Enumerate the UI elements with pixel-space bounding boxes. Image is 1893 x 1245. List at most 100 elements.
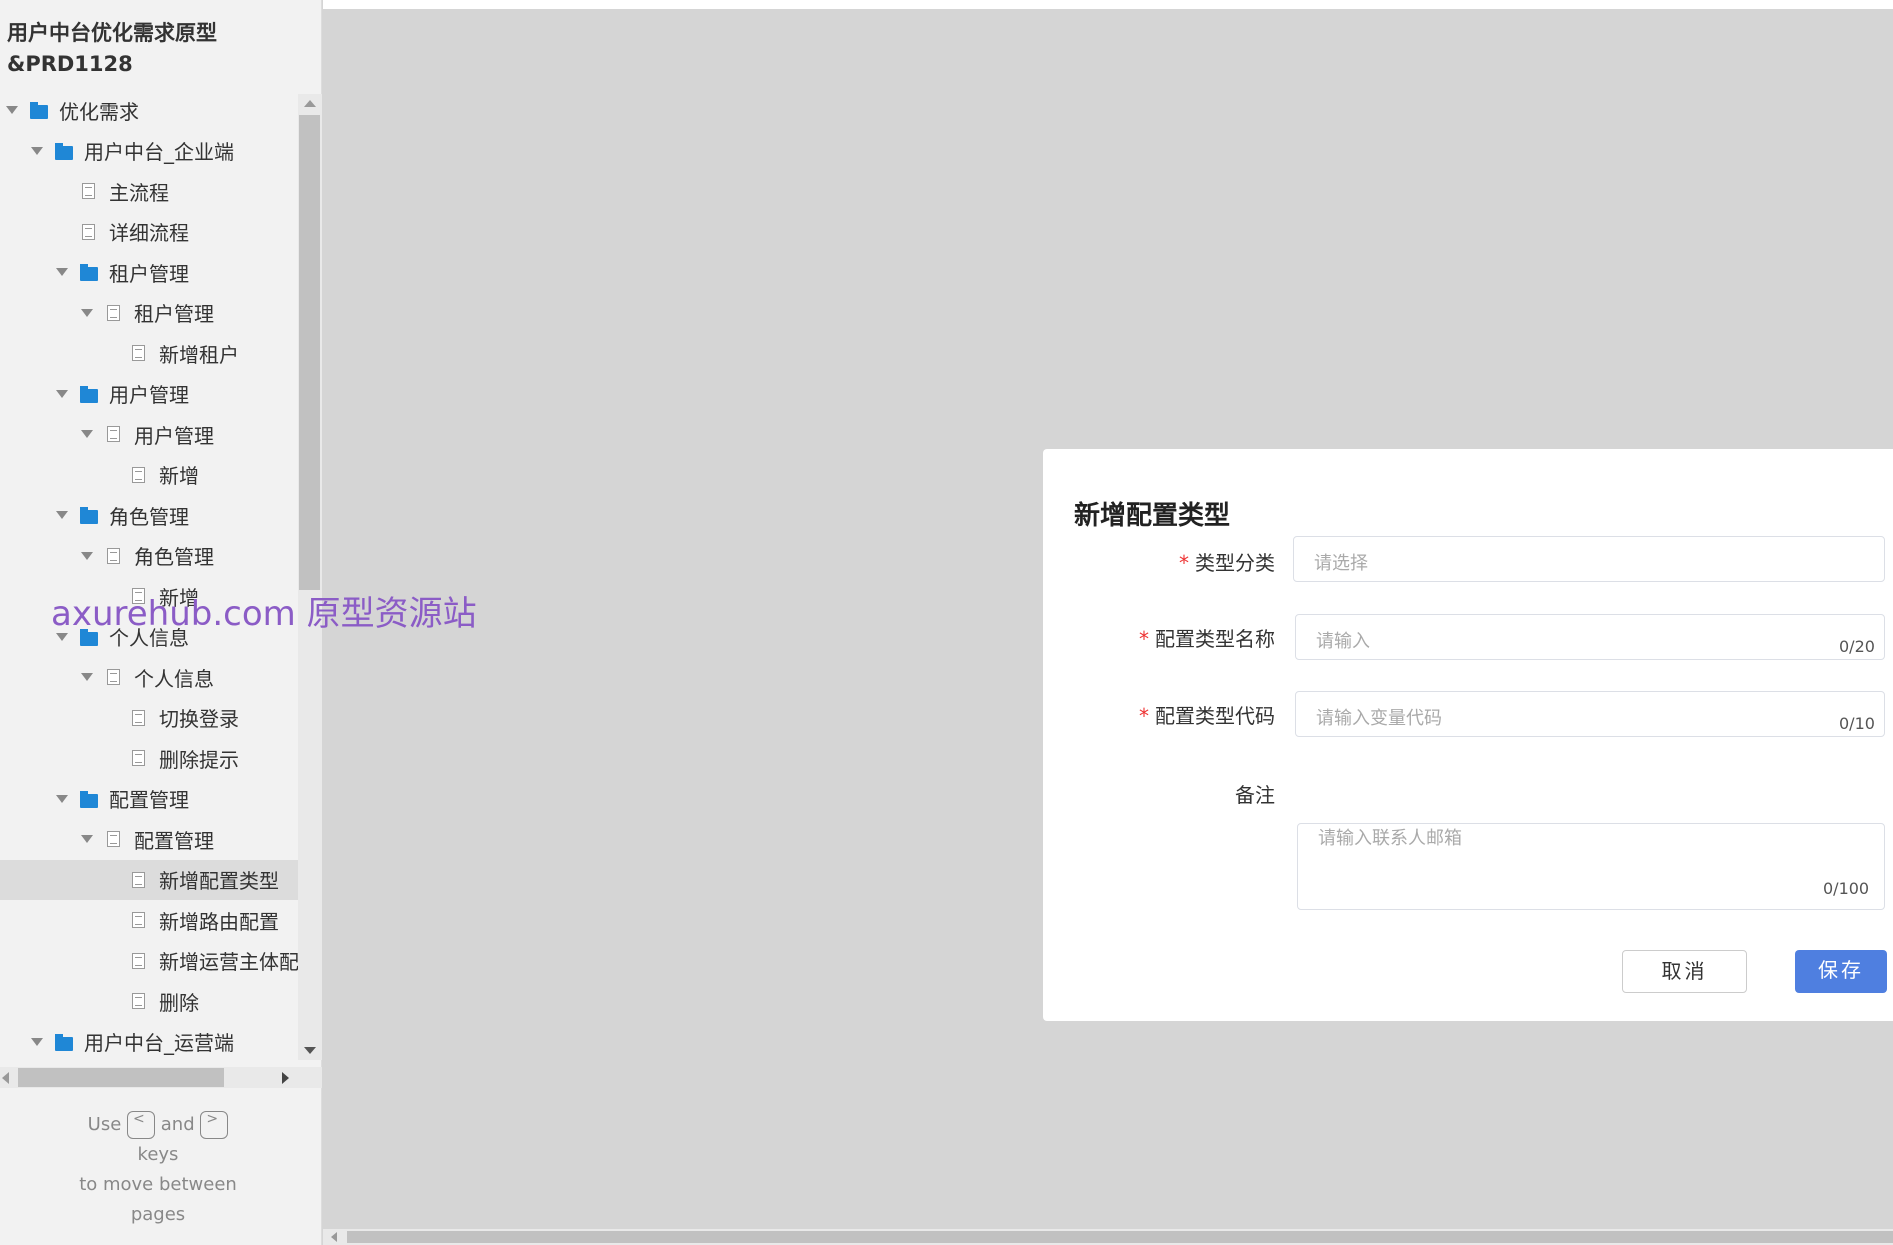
tree-item-label: 切换登录: [159, 707, 239, 731]
scroll-left-arrow-icon[interactable]: [2, 1072, 9, 1084]
vertical-scrollbar[interactable]: [298, 94, 322, 1060]
tree-item[interactable]: 用户中台_运营端: [0, 1022, 298, 1062]
expand-arrow-icon[interactable]: [56, 794, 68, 803]
tree-item-label: 新增配置类型: [159, 869, 279, 893]
field-label: * 配置类型名称: [1139, 627, 1275, 651]
scroll-up-arrow-icon[interactable]: [304, 100, 316, 107]
placeholder: 请输入变量代码: [1316, 708, 1442, 729]
field-label: * 类型分类: [1179, 551, 1275, 575]
scrollbar-thumb[interactable]: [347, 1231, 1893, 1243]
tree-item-label: 主流程: [109, 180, 169, 205]
expand-arrow-icon[interactable]: [81, 551, 93, 560]
char-counter: 0/20: [1839, 637, 1875, 656]
scroll-left-arrow-icon[interactable]: [331, 1232, 337, 1242]
tree-item[interactable]: 新增租户: [0, 333, 298, 373]
folder-icon: [80, 264, 98, 281]
tree-item[interactable]: 删除: [0, 981, 298, 1021]
tree-item-label: 用户管理: [134, 423, 214, 448]
tree-item[interactable]: 租户管理: [0, 293, 298, 333]
placeholder: 请输入: [1316, 631, 1370, 652]
add-config-type-dialog: 新增配置类型 * 类型分类 请选择 * 配置类型名称 请输入 0/20 * 配置类型代码 请输入变…: [1043, 449, 1893, 1021]
tree-item[interactable]: 详细流程: [0, 212, 298, 252]
required-mark: *: [1139, 704, 1149, 728]
page-icon: [107, 831, 120, 847]
expand-arrow-icon[interactable]: [31, 146, 43, 155]
expand-arrow-icon[interactable]: [6, 106, 18, 114]
dialog-title: 新增配置类型: [1074, 501, 1231, 531]
tree-item[interactable]: 删除提示: [0, 738, 298, 778]
page-icon: [132, 709, 145, 726]
tree-item[interactable]: 用户管理: [0, 374, 298, 414]
scroll-down-arrow-icon[interactable]: [304, 1047, 316, 1054]
tree-item-label: 租户管理: [109, 261, 189, 286]
expand-arrow-icon[interactable]: [81, 430, 93, 438]
keyboard-help: Use < and > keys to move between pages: [79, 1111, 237, 1225]
page-icon: [107, 426, 120, 442]
tree-item-label: 删除: [159, 990, 199, 1015]
tree-item-label: 配置管理: [109, 788, 189, 812]
tree-item-label: 用户管理: [109, 383, 189, 407]
tree-item[interactable]: 用户管理: [0, 414, 298, 454]
page-icon: [132, 912, 145, 928]
tree-item[interactable]: 角色管理: [0, 536, 298, 576]
page-icon: [82, 223, 95, 240]
expand-arrow-icon[interactable]: [56, 389, 68, 398]
tree-item-label: 新增路由配置: [159, 909, 279, 934]
page-icon: [107, 547, 120, 564]
tree-item-label: 用户中台_运营端: [84, 1031, 234, 1055]
page-icon: [132, 871, 145, 888]
horizontal-scrollbar[interactable]: [0, 1067, 322, 1088]
tree-item[interactable]: 主流程: [0, 171, 298, 211]
remark-textarea[interactable]: 请输入联系人邮箱: [1297, 823, 1885, 910]
tree-item[interactable]: 角色管理: [0, 495, 298, 535]
tree-item[interactable]: 优化需求: [0, 90, 298, 130]
project-title: 用户中台优化需求原型 &PRD1128: [7, 21, 217, 76]
field-input[interactable]: 请输入变量代码: [1295, 691, 1885, 737]
tree-item[interactable]: 新增配置类型: [0, 859, 298, 900]
required-mark: *: [1139, 627, 1149, 651]
page-icon: [132, 345, 145, 361]
char-counter: 0/10: [1839, 714, 1875, 733]
tree-item-label: 配置管理: [134, 828, 214, 853]
page-tree: 优化需求 用户中台_企业端 主流程 详细流程 租户管理 租户管理 新增租户 用户管理 用户管理新…: [0, 90, 319, 1062]
tree-item[interactable]: 切换登录: [0, 698, 298, 738]
field-label: 备注: [1235, 783, 1275, 807]
folder-icon: [55, 1033, 73, 1051]
folder-icon: [80, 507, 98, 524]
page-icon: [132, 952, 145, 969]
expand-arrow-icon[interactable]: [81, 835, 93, 843]
expand-arrow-icon[interactable]: [56, 268, 68, 276]
tree-item-label: 用户中台_企业端: [84, 140, 234, 164]
scrollbar-thumb[interactable]: [18, 1068, 224, 1087]
cancel-button[interactable]: 取消: [1622, 950, 1747, 993]
scroll-right-arrow-icon[interactable]: [282, 1072, 289, 1084]
expand-arrow-icon[interactable]: [56, 511, 68, 519]
tree-item[interactable]: 租户管理: [0, 252, 298, 292]
folder-icon: [30, 102, 48, 119]
tree-item[interactable]: 配置管理: [0, 779, 298, 819]
expand-arrow-icon[interactable]: [31, 1037, 43, 1046]
tree-item-label: 角色管理: [134, 545, 214, 569]
save-button[interactable]: 保存: [1795, 950, 1887, 993]
folder-icon: [80, 385, 98, 403]
placeholder: 请选择: [1314, 553, 1368, 574]
tree-item-label: 详细流程: [109, 221, 189, 245]
expand-arrow-icon[interactable]: [81, 308, 93, 317]
expand-arrow-icon[interactable]: [81, 673, 93, 681]
main-horizontal-scrollbar[interactable]: [323, 1229, 1893, 1245]
field-input[interactable]: 请输入: [1295, 614, 1885, 660]
scrollbar-thumb[interactable]: [299, 115, 320, 590]
tree-item-label: 新增租户: [159, 342, 239, 367]
tree-item[interactable]: 用户中台_企业端: [0, 131, 298, 171]
tree-item[interactable]: 配置管理: [0, 819, 298, 859]
tree-item-label: 删除提示: [159, 747, 239, 772]
tree-item[interactable]: 个人信息: [0, 657, 298, 697]
type-category-select[interactable]: 请选择: [1293, 536, 1885, 582]
char-counter: 0/100: [1823, 879, 1870, 898]
tree-item-label: 优化需求: [59, 99, 139, 124]
tree-item[interactable]: 新增: [0, 455, 298, 495]
tree-item[interactable]: 新增路由配置: [0, 900, 298, 940]
watermark: axurehub.com 原型资源站: [51, 594, 477, 634]
tree-item[interactable]: 新增运营主体配置: [0, 941, 319, 981]
tree-item-label: 个人信息: [134, 666, 214, 691]
